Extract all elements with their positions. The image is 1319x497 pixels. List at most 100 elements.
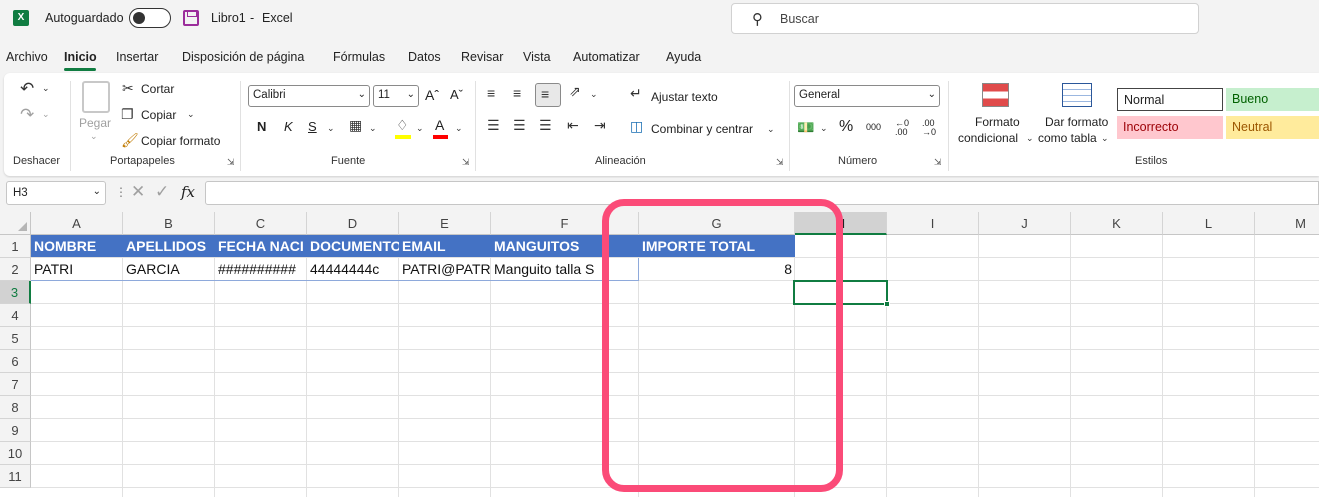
tab-revisar[interactable]: Revisar bbox=[461, 50, 503, 64]
column-header-d[interactable]: D bbox=[307, 212, 399, 235]
insert-function-icon[interactable]: fx bbox=[181, 183, 195, 201]
currency-dropdown-icon[interactable]: ⌄ bbox=[820, 123, 828, 134]
cell-a1[interactable]: NOMBRE bbox=[31, 235, 123, 257]
merge-center-button[interactable]: Combinar y centrar bbox=[651, 122, 753, 136]
cut-icon[interactable]: ✂ bbox=[122, 80, 134, 97]
cut-button[interactable]: Cortar bbox=[141, 82, 174, 96]
column-header-k[interactable]: K bbox=[1071, 212, 1163, 235]
column-header-i[interactable]: I bbox=[887, 212, 979, 235]
decrease-font-icon[interactable]: Aˇ bbox=[450, 87, 463, 102]
format-painter-button[interactable]: Copiar formato bbox=[141, 134, 220, 148]
paste-dropdown-icon[interactable]: ⌄ bbox=[90, 131, 98, 142]
column-header-j[interactable]: J bbox=[979, 212, 1071, 235]
style-normal[interactable]: Normal bbox=[1117, 88, 1223, 111]
alignment-launcher-icon[interactable]: ⇲ bbox=[776, 157, 784, 168]
cell-d2[interactable]: 44444444c bbox=[307, 258, 399, 280]
row-header-11[interactable]: 11 bbox=[0, 465, 31, 488]
tab-inicio[interactable]: Inicio bbox=[64, 50, 97, 64]
cell-e1[interactable]: EMAIL bbox=[399, 235, 491, 257]
align-right-icon[interactable]: ☰ bbox=[539, 117, 552, 134]
cell-b1[interactable]: APELLIDOS bbox=[123, 235, 215, 257]
cell-d1[interactable]: DOCUMENTO bbox=[307, 235, 399, 257]
row-header-4[interactable]: 4 bbox=[0, 304, 31, 327]
orientation-dropdown-icon[interactable]: ⌄ bbox=[590, 89, 598, 100]
align-bottom-button[interactable]: ≡ bbox=[535, 83, 561, 107]
conditional-format-dropdown-icon[interactable]: ⌄ bbox=[1026, 133, 1034, 144]
fill-handle[interactable] bbox=[884, 301, 890, 307]
conditional-format-line2[interactable]: condicional bbox=[958, 131, 1018, 145]
align-middle-icon[interactable]: ≡ bbox=[513, 85, 521, 101]
tab-disposicion[interactable]: Disposición de página bbox=[182, 50, 304, 64]
column-header-c[interactable]: C bbox=[215, 212, 307, 235]
merge-dropdown-icon[interactable]: ⌄ bbox=[767, 124, 775, 135]
column-header-m[interactable]: M bbox=[1255, 212, 1319, 235]
font-name-select[interactable]: Calibri ⌄ bbox=[248, 85, 370, 107]
underline-dropdown-icon[interactable]: ⌄ bbox=[327, 123, 335, 134]
redo-icon[interactable]: ↷ bbox=[20, 105, 34, 125]
undo-icon[interactable]: ↶ bbox=[20, 79, 34, 99]
clipboard-launcher-icon[interactable]: ⇲ bbox=[227, 157, 235, 168]
copy-button[interactable]: Copiar bbox=[141, 108, 176, 122]
paste-icon[interactable] bbox=[82, 81, 110, 113]
cell-c1[interactable]: FECHA NACI bbox=[215, 235, 307, 257]
name-box[interactable]: H3 ⌄ bbox=[6, 181, 106, 205]
wrap-text-icon[interactable]: ↵ bbox=[630, 85, 642, 102]
merge-center-icon[interactable]: ◫ bbox=[630, 118, 643, 135]
tab-vista[interactable]: Vista bbox=[523, 50, 551, 64]
column-header-a[interactable]: A bbox=[31, 212, 123, 235]
cancel-icon[interactable]: ✕ bbox=[131, 182, 145, 202]
row-header-10[interactable]: 10 bbox=[0, 442, 31, 465]
row-header-7[interactable]: 7 bbox=[0, 373, 31, 396]
cell-b2[interactable]: GARCIA bbox=[123, 258, 215, 280]
tab-ayuda[interactable]: Ayuda bbox=[666, 50, 701, 64]
thousands-separator-icon[interactable]: 000 bbox=[866, 122, 881, 132]
row-header-5[interactable]: 5 bbox=[0, 327, 31, 350]
conditional-format-icon[interactable] bbox=[982, 83, 1009, 107]
copy-icon[interactable]: ❐ bbox=[121, 106, 134, 123]
align-center-icon[interactable]: ☰ bbox=[513, 117, 526, 134]
enter-icon[interactable]: ✓ bbox=[155, 182, 169, 202]
decrease-indent-icon[interactable]: ⇤ bbox=[567, 117, 579, 134]
align-left-icon[interactable]: ☰ bbox=[487, 117, 500, 134]
format-as-table-line1[interactable]: Dar formato bbox=[1045, 115, 1108, 129]
column-header-b[interactable]: B bbox=[123, 212, 215, 235]
font-color-dropdown-icon[interactable]: ⌄ bbox=[455, 123, 463, 134]
format-as-table-line2[interactable]: como tabla bbox=[1038, 131, 1097, 145]
font-size-select[interactable]: 11 ⌄ bbox=[373, 85, 419, 107]
borders-icon[interactable]: ▦ bbox=[349, 117, 362, 134]
row-header-6[interactable]: 6 bbox=[0, 350, 31, 373]
style-neutral[interactable]: Neutral bbox=[1226, 116, 1319, 139]
save-icon[interactable] bbox=[183, 10, 199, 26]
row-header-3[interactable]: 3 bbox=[0, 281, 31, 304]
wrap-text-button[interactable]: Ajustar texto bbox=[651, 90, 718, 104]
font-launcher-icon[interactable]: ⇲ bbox=[462, 157, 470, 168]
undo-dropdown-icon[interactable]: ⌄ bbox=[42, 83, 50, 94]
increase-font-icon[interactable]: Aˆ bbox=[425, 87, 439, 103]
bold-button[interactable]: N bbox=[257, 119, 266, 134]
align-top-icon[interactable]: ≡ bbox=[487, 85, 495, 101]
orientation-icon[interactable]: ⇗ bbox=[569, 83, 581, 100]
autosave-toggle[interactable] bbox=[129, 8, 171, 28]
italic-button[interactable]: K bbox=[284, 119, 293, 134]
currency-icon[interactable]: 💵 bbox=[797, 119, 814, 136]
borders-dropdown-icon[interactable]: ⌄ bbox=[369, 123, 377, 134]
underline-button[interactable]: S bbox=[308, 119, 317, 134]
conditional-format-line1[interactable]: Formato bbox=[975, 115, 1020, 129]
column-header-l[interactable]: L bbox=[1163, 212, 1255, 235]
select-all-button[interactable] bbox=[0, 212, 31, 235]
fill-color-icon[interactable]: ♢ bbox=[396, 117, 409, 134]
number-format-select[interactable]: General ⌄ bbox=[794, 85, 940, 107]
copy-dropdown-icon[interactable]: ⌄ bbox=[187, 109, 195, 120]
format-painter-icon[interactable]: 🖌 bbox=[121, 132, 139, 149]
tab-formulas[interactable]: Fórmulas bbox=[333, 50, 385, 64]
search-box[interactable]: ⚲ Buscar bbox=[731, 3, 1199, 34]
tab-datos[interactable]: Datos bbox=[408, 50, 441, 64]
cell-e2[interactable]: PATRI@PATR bbox=[399, 258, 491, 280]
fill-color-dropdown-icon[interactable]: ⌄ bbox=[416, 123, 424, 134]
cell-c2[interactable]: ########## bbox=[215, 258, 307, 280]
row-header-9[interactable]: 9 bbox=[0, 419, 31, 442]
row-header-2[interactable]: 2 bbox=[0, 258, 31, 281]
increase-decimal-icon[interactable]: ←0.00 bbox=[895, 119, 909, 137]
format-as-table-icon[interactable] bbox=[1062, 83, 1092, 107]
increase-indent-icon[interactable]: ⇥ bbox=[594, 117, 606, 134]
